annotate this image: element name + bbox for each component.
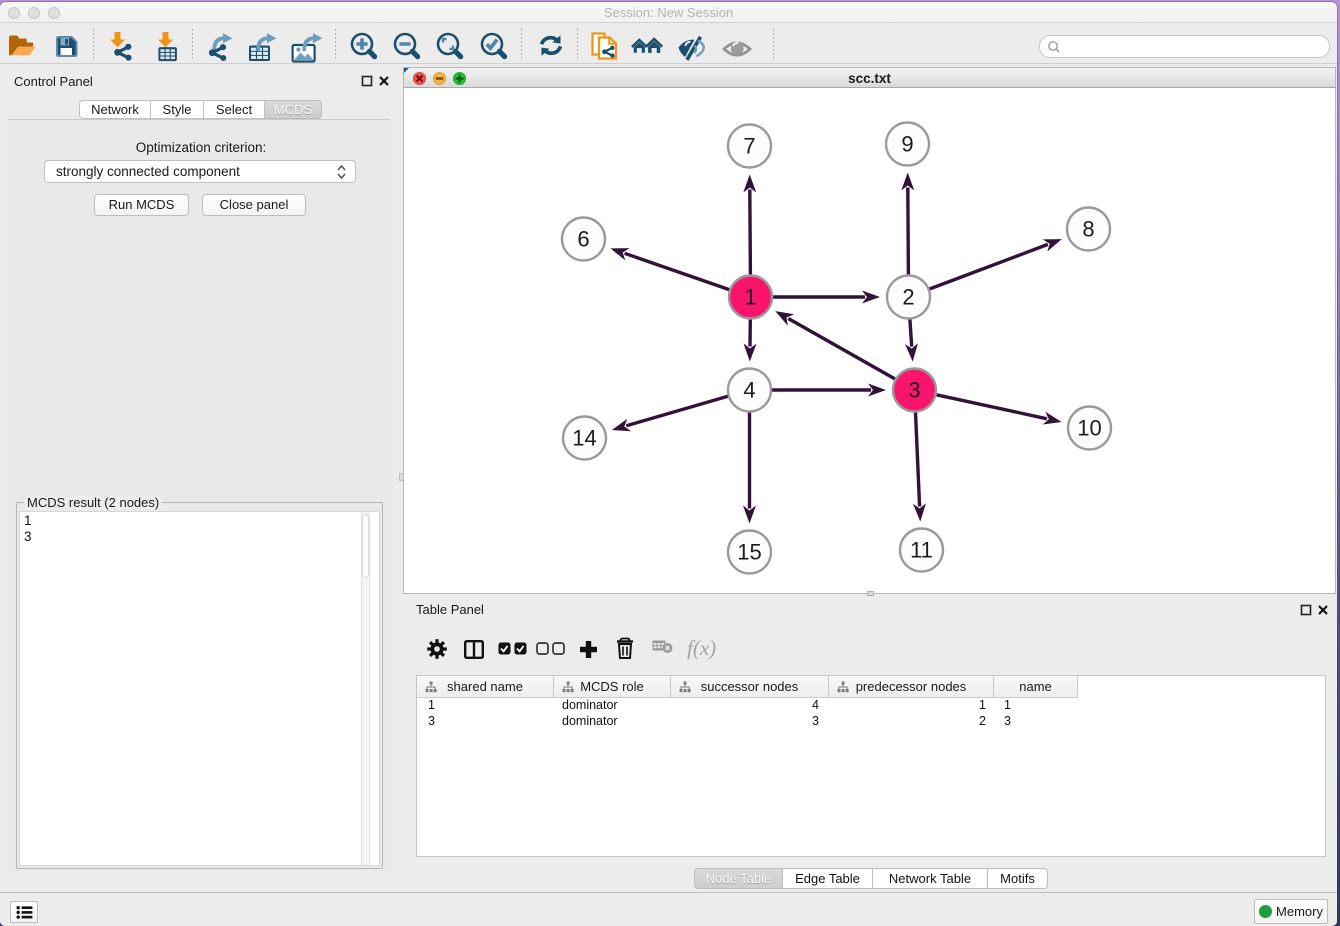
svg-text:11: 11 [910,538,933,563]
svg-text:4: 4 [743,378,755,403]
svg-text:8: 8 [1082,217,1094,242]
svg-text:1: 1 [744,285,756,310]
svg-text:6: 6 [577,227,589,252]
svg-text:15: 15 [737,540,761,565]
svg-text:14: 14 [572,426,596,451]
svg-text:10: 10 [1077,416,1101,441]
svg-text:3: 3 [908,378,920,403]
svg-text:7: 7 [743,134,755,159]
svg-text:9: 9 [901,132,913,157]
svg-text:2: 2 [902,285,914,310]
